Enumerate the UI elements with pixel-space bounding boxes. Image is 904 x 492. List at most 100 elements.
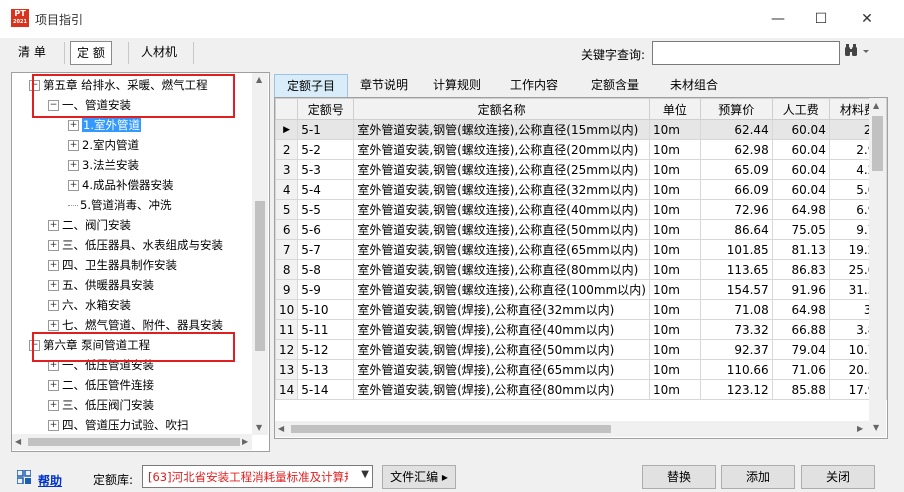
scroll-left-icon[interactable]: ◀ (15, 437, 21, 446)
minimize-button[interactable]: — (763, 6, 793, 32)
expand-icon[interactable]: + (48, 400, 59, 411)
tree-vertical-scrollbar[interactable]: ▲ ▼ (252, 73, 268, 435)
column-header[interactable]: 预算价 (699, 98, 773, 120)
expand-icon[interactable]: + (48, 280, 59, 291)
table-row[interactable]: 3 5-3 室外管道安装,钢管(螺纹连接),公称直径(25mm以内) 10m 65.09… (275, 159, 887, 180)
table-row[interactable]: ▶ 5-1 室外管道安装,钢管(螺纹连接),公称直径(15mm以内) 10m 62.44… (275, 119, 887, 140)
expand-icon[interactable]: + (48, 380, 59, 391)
scroll-up-icon[interactable]: ▲ (256, 75, 262, 84)
tree-item[interactable]: + 三、低压阀门安装 (48, 395, 154, 415)
tree-item[interactable]: + 二、阀门安装 (48, 215, 131, 235)
tree-item-label: 四、管道压力试验、吹扫 (62, 418, 189, 432)
tree-item[interactable]: + 三、低压器具、水表组成与安装 (48, 235, 223, 255)
grid-hscroll-thumb[interactable] (291, 425, 611, 433)
table-cell: 10m (648, 179, 701, 200)
scroll-right-icon[interactable]: ▶ (857, 424, 863, 433)
grid-scroll-thumb[interactable] (872, 116, 883, 171)
table-cell: 10m (648, 319, 701, 340)
quota-grid[interactable]: 定额号 定额名称 单位 预算价 人工费 材料费 ▶ 5-1 室外管道安装,钢管(螺纹连接),公… (274, 97, 888, 439)
tree-item[interactable]: + 二、低压管件连接 (48, 375, 154, 395)
tree-item[interactable]: + 五、供暖器具安装 (48, 275, 154, 295)
tab-resource[interactable]: 人材机 (135, 41, 183, 63)
tab-quota[interactable]: 定 额 (70, 41, 112, 65)
maximize-button[interactable]: ☐ (806, 6, 836, 32)
expand-icon[interactable]: + (48, 220, 59, 231)
column-header[interactable] (275, 98, 299, 120)
grid-vertical-scrollbar[interactable]: ▲ ▼ (869, 98, 886, 437)
scroll-left-icon[interactable]: ◀ (278, 424, 284, 433)
table-cell: 10m (648, 279, 701, 300)
replace-button[interactable]: 替换 (642, 465, 716, 489)
column-header[interactable]: 定额名称 (353, 98, 650, 120)
chapter-tree[interactable]: − 第五章 给排水、采暖、燃气工程 − 一、管道安装 +1.室外管道 +2.室内管道 +3.… (11, 72, 270, 452)
tree-item[interactable]: + 六、水箱安装 (48, 295, 131, 315)
tab-detail-4[interactable]: 定额含量 (577, 74, 653, 96)
tab-detail-2[interactable]: 计算规则 (422, 74, 492, 96)
expand-icon[interactable]: + (68, 160, 79, 171)
table-cell: 10m (648, 379, 701, 400)
table-cell: 60.04 (771, 159, 830, 180)
tab-detail-1[interactable]: 章节说明 (349, 74, 419, 96)
expand-icon[interactable]: + (68, 140, 79, 151)
expand-icon[interactable]: + (48, 320, 59, 331)
table-row[interactable]: 13 5-13 室外管道安装,钢管(焊接),公称直径(65mm以内) 10m 110.6… (275, 359, 887, 380)
tree-horizontal-scrollbar[interactable]: ◀ ▶ (12, 434, 252, 450)
keyword-search-input[interactable] (652, 41, 840, 65)
column-header[interactable]: 单位 (648, 98, 701, 120)
tree-item[interactable]: +3.法兰安装 (68, 155, 139, 175)
table-row[interactable]: 10 5-10 室外管道安装,钢管(焊接),公称直径(32mm以内) 10m 71.08… (275, 299, 887, 320)
table-row[interactable]: 5 5-5 室外管道安装,钢管(螺纹连接),公称直径(40mm以内) 10m 72.96… (275, 199, 887, 220)
table-row[interactable]: 7 5-7 室外管道安装,钢管(螺纹连接),公称直径(65mm以内) 10m 101.8… (275, 239, 887, 260)
title-bar: PT 2021 项目指引 — ☐ ✕ (0, 0, 904, 38)
table-row[interactable]: 11 5-11 室外管道安装,钢管(焊接),公称直径(40mm以内) 10m 73.32… (275, 319, 887, 340)
expand-icon[interactable]: + (48, 240, 59, 251)
expand-icon[interactable]: + (48, 420, 59, 431)
tree-scroll-thumb[interactable] (255, 201, 265, 351)
table-cell: 室外管道安装,钢管(螺纹连接),公称直径(100mm以内) (353, 279, 650, 300)
binoculars-search-icon[interactable] (844, 44, 870, 62)
expand-icon[interactable]: + (68, 120, 79, 131)
column-header[interactable]: 人工费 (771, 98, 830, 120)
tab-detail-5[interactable]: 未材组合 (656, 74, 732, 96)
scroll-up-icon[interactable]: ▲ (873, 101, 879, 110)
tree-item[interactable]: 5.管道消毒、冲洗 (68, 195, 171, 215)
table-cell: 73.32 (699, 319, 773, 340)
table-row[interactable]: 6 5-6 室外管道安装,钢管(螺纹连接),公称直径(50mm以内) 10m 86.64… (275, 219, 887, 240)
expand-icon[interactable]: + (68, 180, 79, 191)
expand-icon[interactable]: + (48, 260, 59, 271)
tree-item[interactable]: + 四、卫生器具制作安装 (48, 255, 177, 275)
grid-horizontal-scrollbar[interactable]: ◀ ▶ (275, 421, 869, 437)
help-link[interactable]: 帮助 (38, 472, 62, 489)
tree-item[interactable]: + 四、管道压力试验、吹扫 (48, 415, 189, 435)
table-row[interactable]: 2 5-2 室外管道安装,钢管(螺纹连接),公称直径(20mm以内) 10m 62.98… (275, 139, 887, 160)
table-row[interactable]: 9 5-9 室外管道安装,钢管(螺纹连接),公称直径(100mm以内) 10m 154.… (275, 279, 887, 300)
help-grid-icon[interactable] (16, 469, 32, 485)
add-button[interactable]: 添加 (721, 465, 795, 489)
quota-db-select[interactable]: [63]河北省安装工程消耗量标准及计算规则 ▼ (142, 465, 373, 488)
scroll-right-icon[interactable]: ▶ (242, 437, 248, 446)
expand-icon[interactable]: + (48, 300, 59, 311)
tab-detail-3[interactable]: 工作内容 (496, 74, 572, 96)
scroll-down-icon[interactable]: ▼ (873, 423, 879, 432)
close-button[interactable]: 关闭 (801, 465, 875, 489)
table-cell: 72.96 (699, 199, 773, 220)
scroll-down-icon[interactable]: ▼ (256, 423, 262, 432)
app-logo-icon: PT 2021 (11, 9, 29, 27)
file-compile-button[interactable]: 文件汇编 ▸ (382, 465, 456, 489)
row-number: 2 (275, 139, 299, 160)
tree-hscroll-thumb[interactable] (28, 438, 240, 446)
close-window-button[interactable]: ✕ (852, 6, 882, 32)
highlight-box-chapter6 (32, 332, 235, 362)
table-row[interactable]: 12 5-12 室外管道安装,钢管(焊接),公称直径(50mm以内) 10m 92.37… (275, 339, 887, 360)
table-row[interactable]: 14 5-14 室外管道安装,钢管(焊接),公称直径(80mm以内) 10m 123.1… (275, 379, 887, 400)
tree-item-label: 二、阀门安装 (62, 218, 131, 232)
tab-list[interactable]: 清 单 (12, 41, 52, 63)
table-row[interactable]: 4 5-4 室外管道安装,钢管(螺纹连接),公称直径(32mm以内) 10m 66.09… (275, 179, 887, 200)
tree-item[interactable]: +1.室外管道 (68, 115, 141, 135)
column-header[interactable]: 定额号 (297, 98, 355, 120)
tree-item-label: 三、低压器具、水表组成与安装 (62, 238, 223, 252)
tree-item[interactable]: +4.成品补偿器安装 (68, 175, 173, 195)
tab-detail-0[interactable]: 定额子目 (274, 74, 348, 97)
tree-item[interactable]: +2.室内管道 (68, 135, 139, 155)
table-row[interactable]: 8 5-8 室外管道安装,钢管(螺纹连接),公称直径(80mm以内) 10m 113.6… (275, 259, 887, 280)
